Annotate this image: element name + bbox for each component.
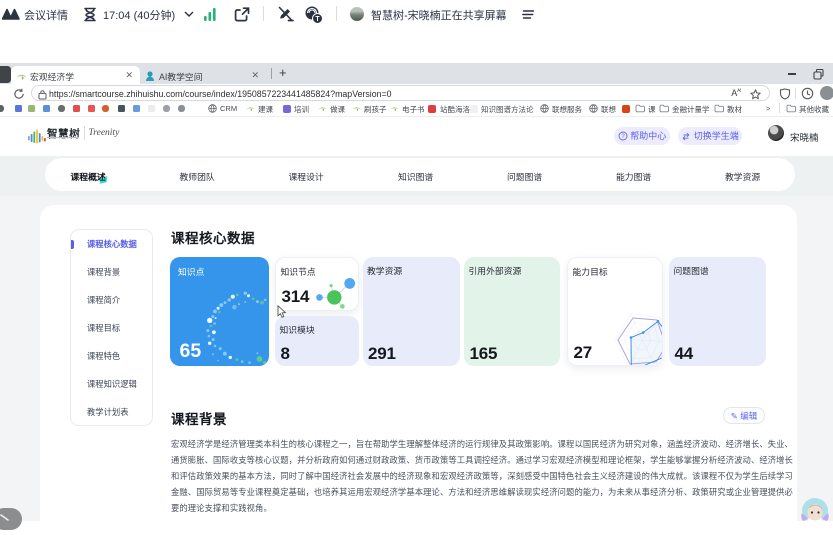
svg-text:T: T	[315, 16, 320, 23]
